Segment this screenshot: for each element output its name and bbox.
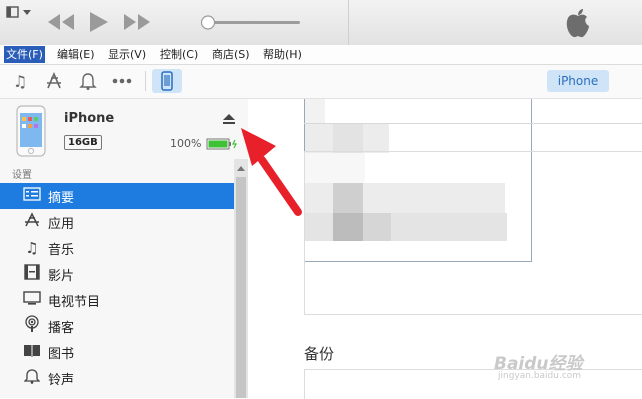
menu-help[interactable]: 帮助(H): [261, 46, 304, 63]
sidebar-item-summary[interactable]: 摘要: [0, 183, 234, 209]
sidebar-item-label: 播客: [48, 320, 75, 336]
app-store-icon[interactable]: [44, 71, 64, 91]
backup-panel: [304, 369, 642, 399]
menu-view[interactable]: 显示(V): [106, 46, 148, 63]
tv-icon: [22, 290, 42, 310]
sidebar-item-music[interactable]: ♫ 音乐: [0, 235, 234, 261]
sidebar-item-books[interactable]: 图书: [0, 339, 234, 365]
window-menu-icon[interactable]: [6, 6, 32, 21]
bar-divider: [348, 0, 349, 45]
sidebar-item-label: 音乐: [48, 242, 75, 258]
list-icon: [22, 187, 42, 205]
device-button[interactable]: [152, 69, 182, 93]
device-thumbnail: [16, 105, 46, 160]
sidebar-item-movies[interactable]: 影片: [0, 261, 234, 287]
sidebar-item-label: 图书: [48, 346, 75, 362]
podcast-icon: [22, 315, 42, 337]
film-icon: [22, 264, 42, 284]
options-panel: [304, 151, 642, 315]
iphone-icon: [161, 71, 173, 91]
device-name-button[interactable]: iPhone: [547, 70, 609, 92]
menu-store[interactable]: 商店(S): [210, 46, 252, 63]
menu-file[interactable]: 文件(F): [4, 46, 45, 63]
menu-edit[interactable]: 编辑(E): [55, 46, 97, 63]
media-toolbar: ♫ iPhone: [0, 65, 642, 99]
sidebar: iPhone 16GB 100% 设置 摘要 应用 ♫ 音乐 影片 电视节目 播…: [0, 99, 248, 398]
menu-bar: 文件(F) 编辑(E) 显示(V) 控制(C) 商店(S) 帮助(H): [0, 45, 642, 65]
volume-slider[interactable]: [200, 13, 304, 34]
music-note-icon[interactable]: ♫: [10, 71, 30, 91]
capacity-badge: 16GB: [64, 135, 102, 150]
battery-percent: 100%: [170, 137, 202, 150]
watermark-url: jingyan.baidu.com: [498, 371, 582, 381]
app-store-icon: [22, 212, 42, 232]
device-name: iPhone: [64, 111, 115, 126]
sidebar-item-label: 应用: [48, 216, 75, 232]
backup-section-title: 备份: [304, 345, 335, 363]
player-control-bar: [0, 0, 642, 46]
sidebar-item-ringtones[interactable]: 铃声: [0, 365, 234, 391]
sidebar-item-tv-shows[interactable]: 电视节目: [0, 287, 234, 313]
section-title-settings: 设置: [12, 170, 32, 181]
annotation-arrow: [232, 118, 308, 221]
notification-bell-icon[interactable]: [78, 71, 98, 91]
bell-icon: [22, 368, 42, 388]
sidebar-item-podcasts[interactable]: 播客: [0, 313, 234, 339]
sidebar-item-apps[interactable]: 应用: [0, 209, 234, 235]
menu-controls[interactable]: 控制(C): [158, 46, 200, 63]
more-icon[interactable]: [112, 71, 132, 91]
sidebar-item-label: 影片: [48, 268, 75, 284]
music-note-icon: ♫: [25, 239, 39, 257]
next-track-icon[interactable]: [122, 12, 152, 35]
sidebar-item-label: 铃声: [48, 372, 75, 388]
previous-track-icon[interactable]: [46, 12, 76, 35]
play-icon[interactable]: [88, 10, 110, 37]
sidebar-item-label: 摘要: [48, 190, 75, 206]
book-icon: [22, 342, 42, 362]
toolbar-divider: [145, 71, 146, 91]
panel-divider: [304, 123, 642, 124]
sidebar-item-label: 电视节目: [48, 294, 101, 310]
apple-logo-icon: [565, 8, 591, 41]
